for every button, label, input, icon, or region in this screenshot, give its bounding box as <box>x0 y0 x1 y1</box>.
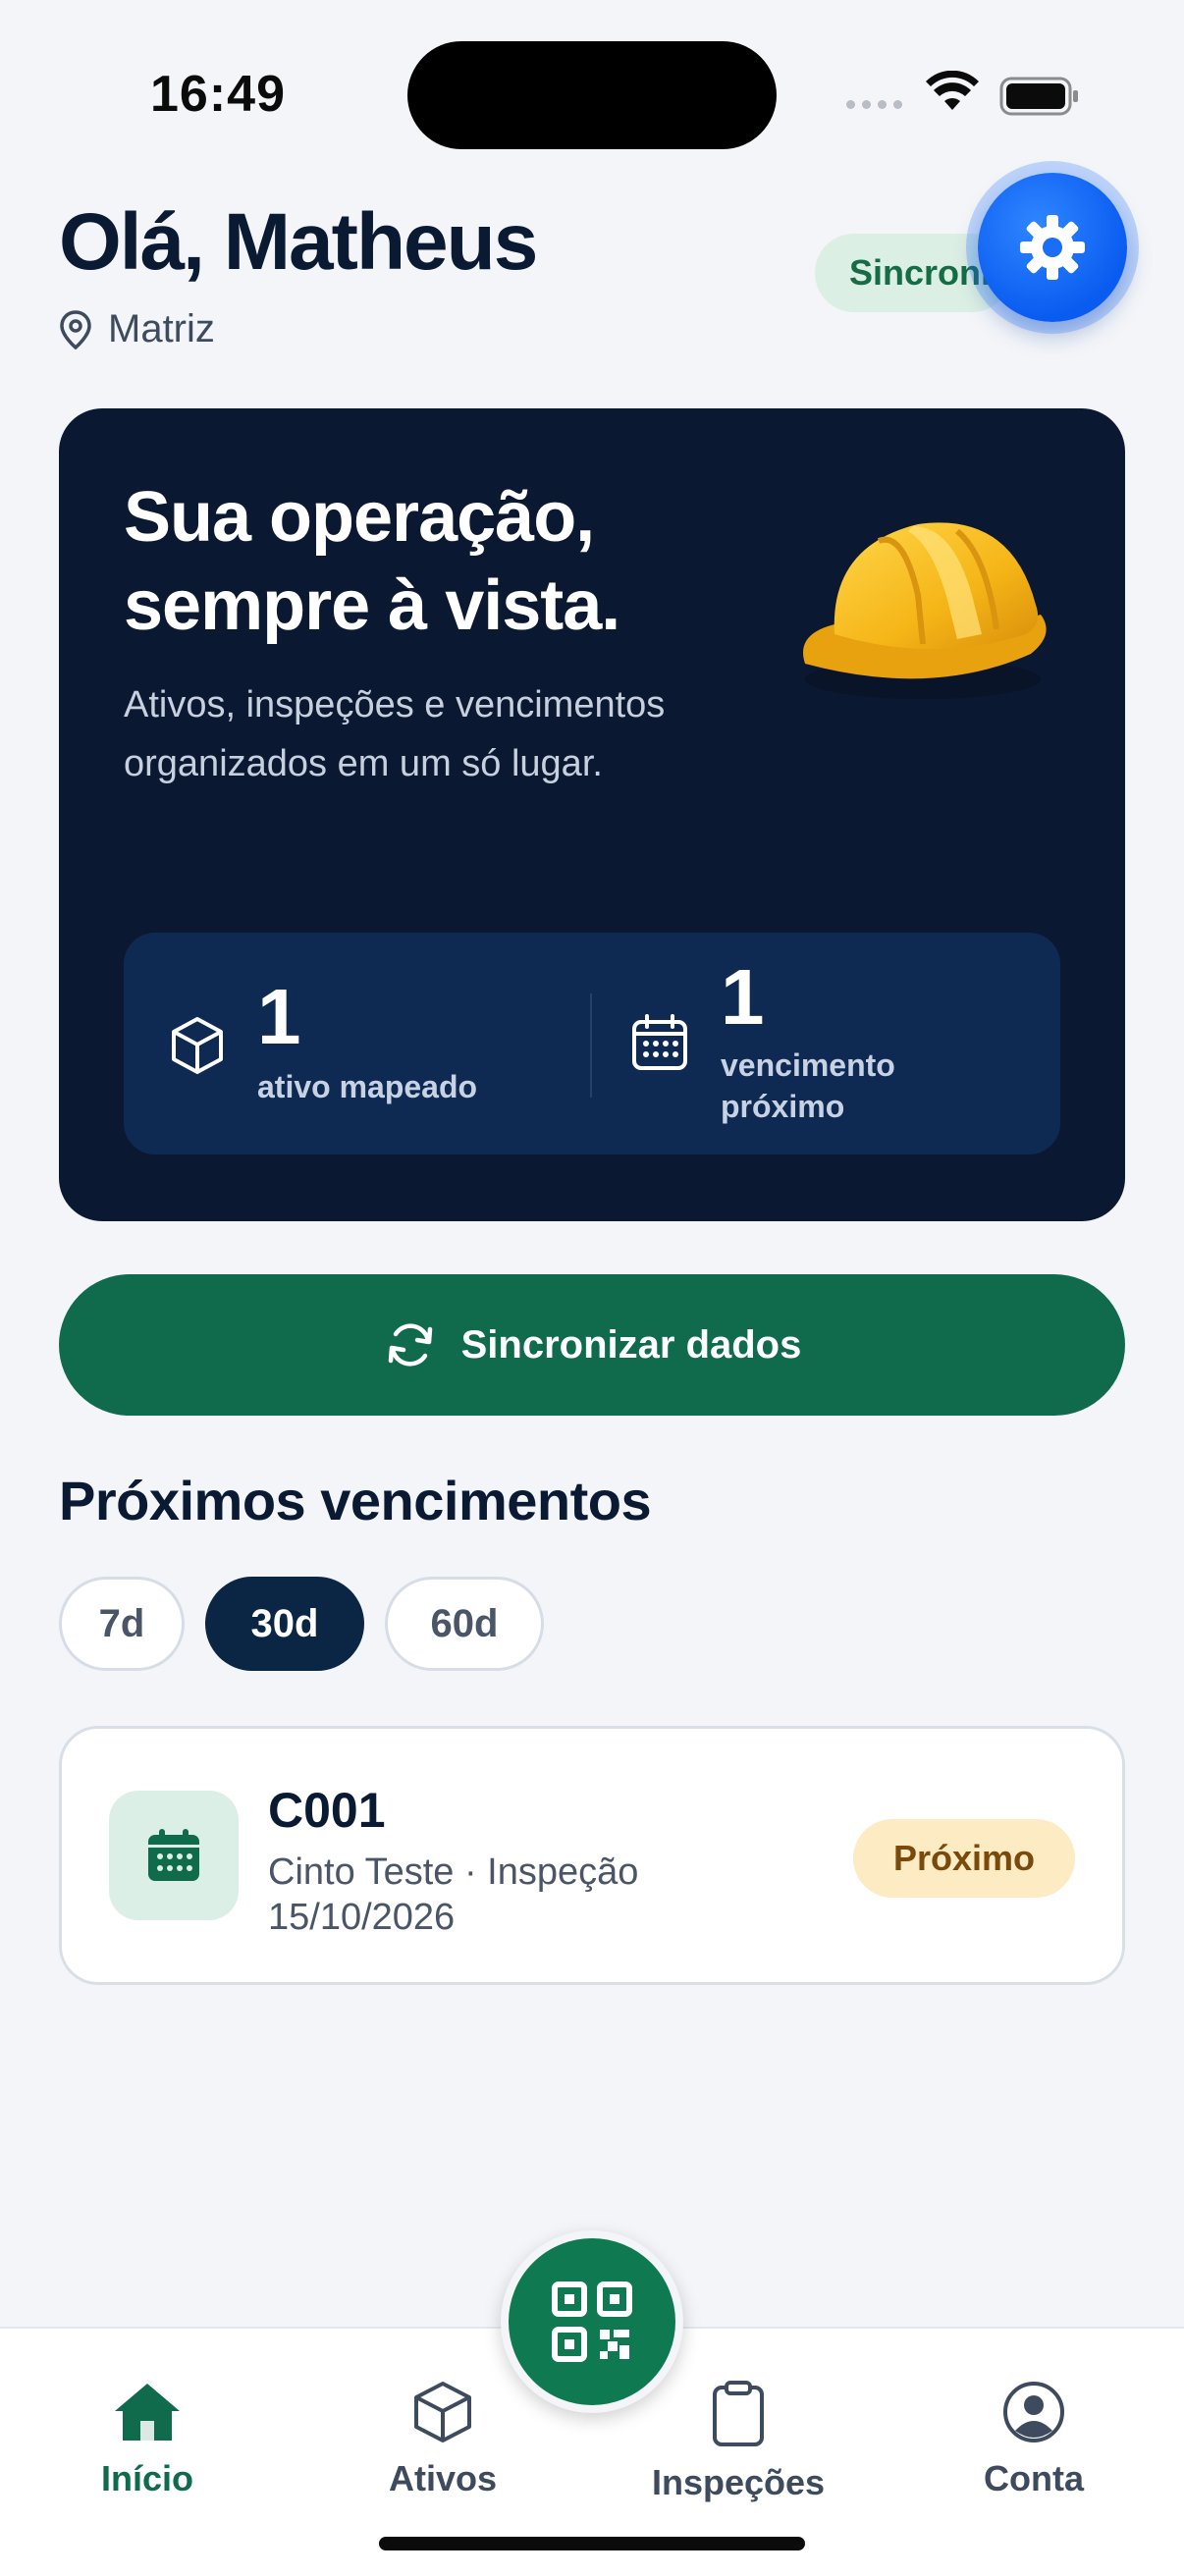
home-indicator <box>379 2537 805 2550</box>
hero-subtitle: Ativos, inspeções e vencimentos organiza… <box>124 684 666 784</box>
nav-item-inspecoes[interactable]: Inspeções <box>640 2380 836 2503</box>
nav-label-inspecoes: Inspeções <box>651 2462 826 2502</box>
stat-due-label: vencimento próximo <box>721 1047 895 1124</box>
settings-button[interactable] <box>978 173 1127 322</box>
qr-code-icon <box>552 2281 632 2362</box>
user-circle-icon <box>1003 2382 1064 2442</box>
nav-item-ativos[interactable]: Ativos <box>345 2380 541 2499</box>
cube-icon <box>414 2382 471 2442</box>
calendar-icon <box>148 1829 199 1881</box>
qr-scan-button[interactable] <box>501 2230 683 2413</box>
hero-title: Sua operação, sempre à vista. <box>124 478 620 645</box>
sync-icon <box>388 1323 432 1367</box>
map-pin-icon <box>60 309 91 349</box>
item-description: Cinto Teste · Inspeção 15/10/2026 <box>268 1850 638 1940</box>
stat-due-value: 1 <box>721 953 765 1041</box>
sync-data-label: Sincronizar dados <box>460 1322 802 1367</box>
filter-chip-60d[interactable]: 60d <box>385 1577 544 1671</box>
item-description-text: Cinto Teste · Inspeção <box>268 1852 639 1893</box>
nav-item-inicio[interactable]: Início <box>49 2380 245 2499</box>
nav-label-conta: Conta <box>984 2458 1084 2498</box>
filter-chip-7d[interactable]: 7d <box>59 1577 185 1671</box>
upcoming-item-card[interactable]: C001 Cinto Teste · Inspeção 15/10/2026 P… <box>59 1726 1125 1985</box>
stat-assets-label: ativo mapeado <box>257 1069 478 1104</box>
wifi-icon <box>926 71 979 110</box>
battery-icon <box>999 77 1078 116</box>
status-badge: Próximo <box>853 1819 1075 1898</box>
location-label: Matriz <box>108 307 215 350</box>
stats-panel: 1 ativo mapeado 1 vencimento próximo <box>124 933 1060 1154</box>
nav-item-conta[interactable]: Conta <box>936 2380 1132 2499</box>
greeting-title: Olá, Matheus <box>59 197 538 287</box>
gear-icon <box>1020 215 1085 280</box>
cellular-signal-icon <box>846 100 902 109</box>
item-icon-box <box>109 1791 239 1920</box>
calendar-icon <box>632 1014 687 1070</box>
stat-assets: 1 ativo mapeado <box>124 933 585 1154</box>
hard-hat-icon <box>803 522 1047 699</box>
upcoming-title: Próximos vencimentos <box>59 1470 652 1531</box>
hero-card: Sua operação, sempre à vista. Ativos, in… <box>59 408 1125 1221</box>
nav-label-inicio: Início <box>100 2458 193 2498</box>
sync-data-button[interactable]: Sincronizar dados <box>59 1274 1125 1416</box>
item-code: C001 <box>268 1783 386 1838</box>
cube-icon <box>172 1017 223 1074</box>
stat-assets-value: 1 <box>257 973 301 1060</box>
nav-label-ativos: Ativos <box>388 2458 498 2498</box>
stats-divider <box>590 993 592 1098</box>
dynamic-island <box>407 41 777 149</box>
home-icon <box>115 2384 180 2441</box>
location-selector[interactable]: Matriz <box>59 307 215 351</box>
filter-chip-30d[interactable]: 30d <box>205 1577 364 1671</box>
clipboard-icon <box>713 2381 764 2446</box>
item-date: 15/10/2026 <box>268 1897 456 1938</box>
stat-due: 1 vencimento próximo <box>595 933 1060 1154</box>
status-time: 16:49 <box>150 66 286 123</box>
